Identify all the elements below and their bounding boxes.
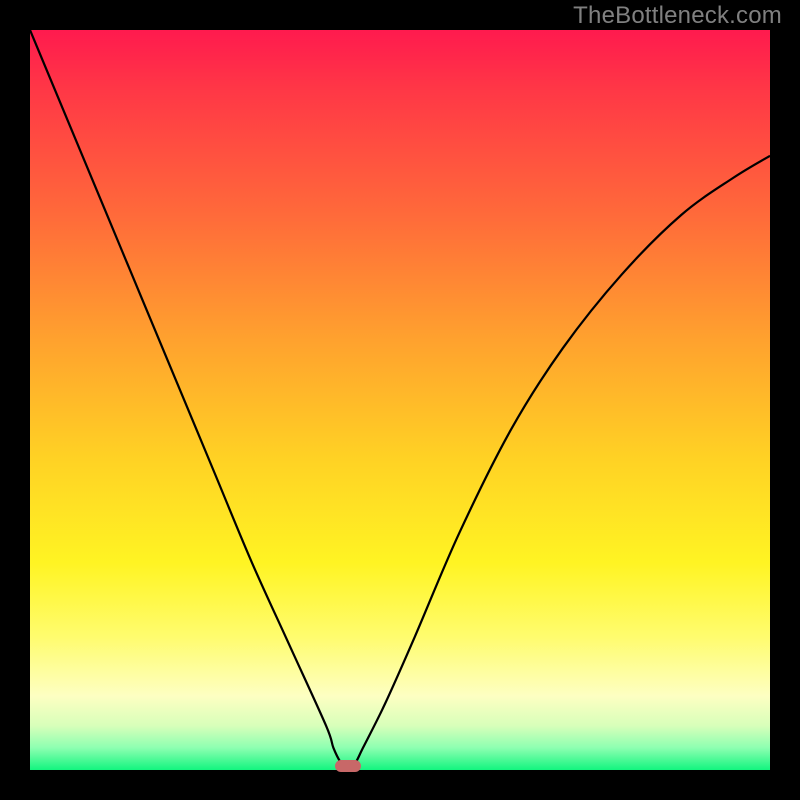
watermark-text: TheBottleneck.com bbox=[573, 2, 782, 30]
curve-svg bbox=[30, 30, 770, 770]
min-marker bbox=[335, 760, 361, 772]
frame: TheBottleneck.com bbox=[0, 0, 800, 800]
plot-area bbox=[30, 30, 770, 770]
bottleneck-curve bbox=[30, 30, 770, 770]
